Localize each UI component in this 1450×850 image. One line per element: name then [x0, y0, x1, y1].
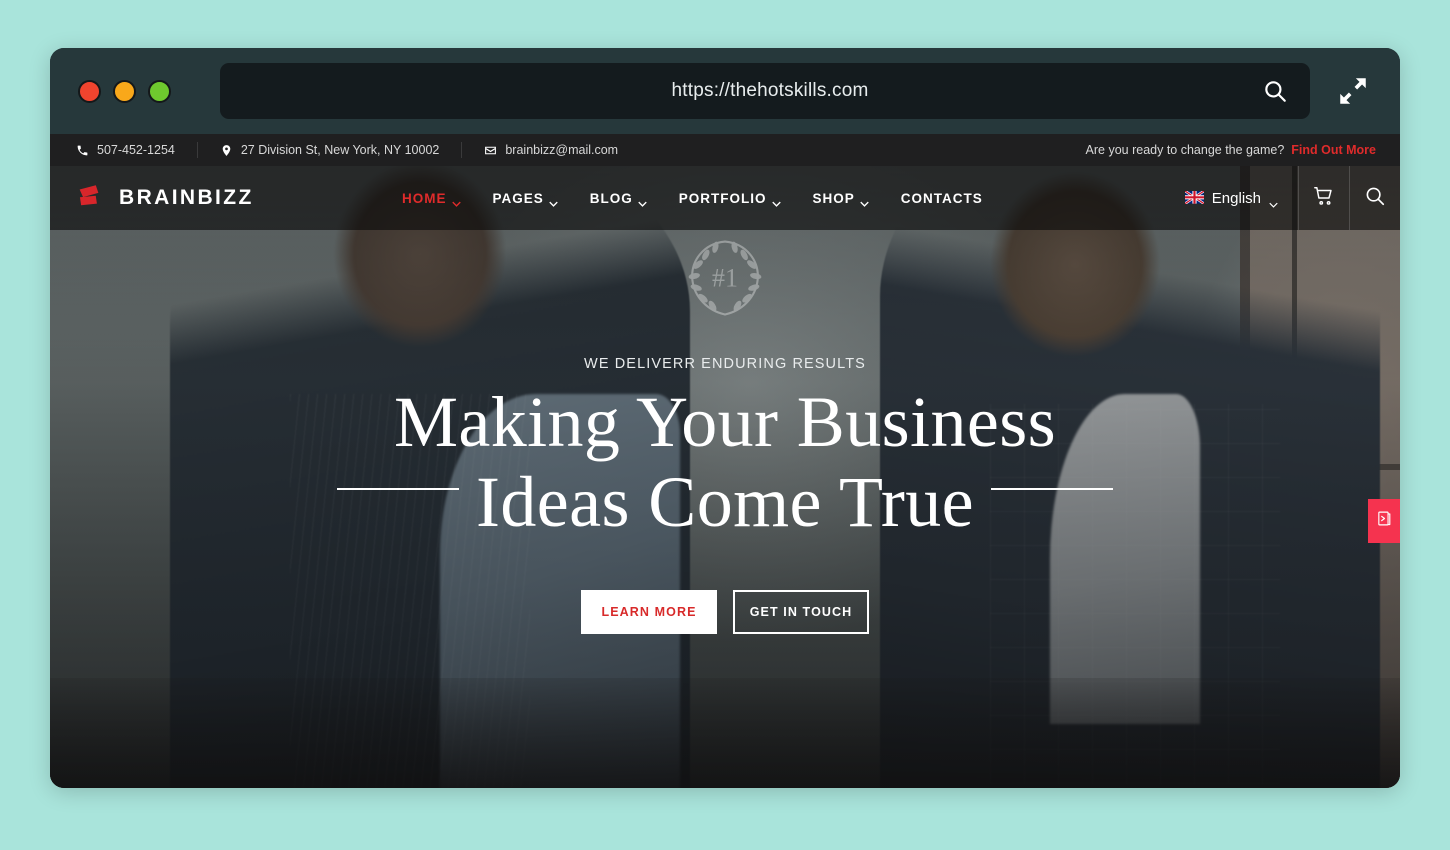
nav-label: BLOG — [589, 190, 633, 206]
hero-buttons: LEARN MORE GET IN TOUCH — [581, 590, 869, 634]
promo-group: Are you ready to change the game? Find O… — [1086, 143, 1376, 157]
chevron-down-icon — [638, 195, 647, 207]
phone-icon — [76, 144, 89, 157]
decor-rule-right — [991, 488, 1113, 490]
brand-name: BRAINBIZZ — [119, 186, 254, 209]
nav-item-blog[interactable]: BLOG — [589, 190, 647, 207]
contact-info-group: 507-452-1254 27 Division St, New York, N… — [76, 142, 618, 158]
chevron-down-icon — [451, 195, 461, 207]
envelope-icon — [484, 144, 497, 157]
nav-item-pages[interactable]: PAGES — [492, 190, 558, 207]
window-controls — [78, 79, 171, 103]
hero-content: #1 WE DELIVERR ENDURING RESULTS Making Y… — [50, 230, 1400, 634]
brand-logo[interactable]: BRAINBIZZ — [72, 181, 402, 215]
browser-window: https://thehotskills.com 507-452-1254 27… — [50, 48, 1400, 788]
chevron-down-icon — [1269, 195, 1278, 208]
search-icon — [1364, 185, 1386, 212]
brainbizz-logo-icon — [72, 181, 106, 215]
close-window-button[interactable] — [78, 79, 101, 103]
contact-topbar: 507-452-1254 27 Division St, New York, N… — [50, 134, 1400, 166]
chevron-down-icon — [549, 195, 558, 207]
language-selector[interactable]: English — [1184, 189, 1298, 208]
shopping-cart-icon — [1313, 185, 1335, 212]
browser-chrome: https://thehotskills.com — [50, 48, 1400, 134]
badge-rank-text: #1 — [712, 264, 738, 293]
expand-arrows-icon[interactable] — [1336, 74, 1370, 108]
maximize-window-button[interactable] — [148, 79, 171, 103]
main-navigation: BRAINBIZZ HOME PAGES BLOG PORTFOLIO SHOP… — [50, 166, 1400, 230]
hero-eyebrow: WE DELIVERR ENDURING RESULTS — [584, 356, 866, 372]
email-contact[interactable]: brainbizz@mail.com — [484, 143, 618, 157]
side-tab-button[interactable] — [1368, 499, 1400, 543]
search-button[interactable] — [1350, 166, 1400, 230]
hero-headline-line2: Ideas Come True — [476, 462, 974, 542]
learn-more-button[interactable]: LEARN MORE — [581, 590, 717, 634]
phone-number: 507-452-1254 — [97, 143, 175, 157]
cart-button[interactable] — [1299, 166, 1349, 230]
chevron-down-icon — [771, 195, 781, 207]
hero-headline-wrap: Making Your Business Ideas Come True — [50, 386, 1400, 538]
divider — [461, 142, 463, 158]
phone-contact[interactable]: 507-452-1254 — [76, 143, 175, 157]
promo-text: Are you ready to change the game? — [1085, 143, 1285, 157]
search-icon[interactable] — [1262, 78, 1288, 104]
nav-item-contacts[interactable]: CONTACTS — [901, 191, 983, 206]
url-text: https://thehotskills.com — [671, 80, 869, 101]
language-label: English — [1211, 189, 1261, 207]
decor-rule-left — [337, 488, 459, 490]
uk-flag-icon — [1184, 190, 1205, 206]
nav-label: SHOP — [812, 190, 855, 206]
email-address: brainbizz@mail.com — [505, 143, 619, 157]
nav-label: PAGES — [492, 190, 544, 206]
nav-item-portfolio[interactable]: PORTFOLIO — [678, 190, 781, 207]
address-bar[interactable]: https://thehotskills.com — [220, 63, 1310, 119]
nav-menu: HOME PAGES BLOG PORTFOLIO SHOP CONTACTS — [402, 190, 1185, 207]
address-contact[interactable]: 27 Division St, New York, NY 10002 — [220, 143, 440, 157]
nav-item-home[interactable]: HOME — [402, 190, 461, 207]
hero-headline-line1: Making Your Business — [393, 382, 1057, 462]
nav-label: PORTFOLIO — [678, 190, 767, 206]
chevron-down-icon — [860, 195, 869, 207]
address-text: 27 Division St, New York, NY 10002 — [240, 143, 440, 157]
nav-item-shop[interactable]: SHOP — [812, 190, 869, 207]
nav-label: CONTACTS — [900, 190, 983, 206]
laurel-wreath-badge-icon: #1 — [677, 230, 773, 326]
minimize-window-button[interactable] — [113, 79, 136, 103]
website-viewport: 507-452-1254 27 Division St, New York, N… — [50, 134, 1400, 788]
location-pin-icon — [220, 144, 233, 157]
divider — [196, 142, 198, 158]
get-in-touch-button[interactable]: GET IN TOUCH — [733, 590, 869, 634]
nav-utilities: English — [1184, 166, 1400, 230]
find-out-more-link[interactable]: Find Out More — [1291, 143, 1376, 157]
nav-label: HOME — [402, 190, 447, 206]
hero-headline: Making Your Business Ideas Come True — [50, 386, 1400, 538]
book-purchase-icon — [1376, 510, 1393, 532]
